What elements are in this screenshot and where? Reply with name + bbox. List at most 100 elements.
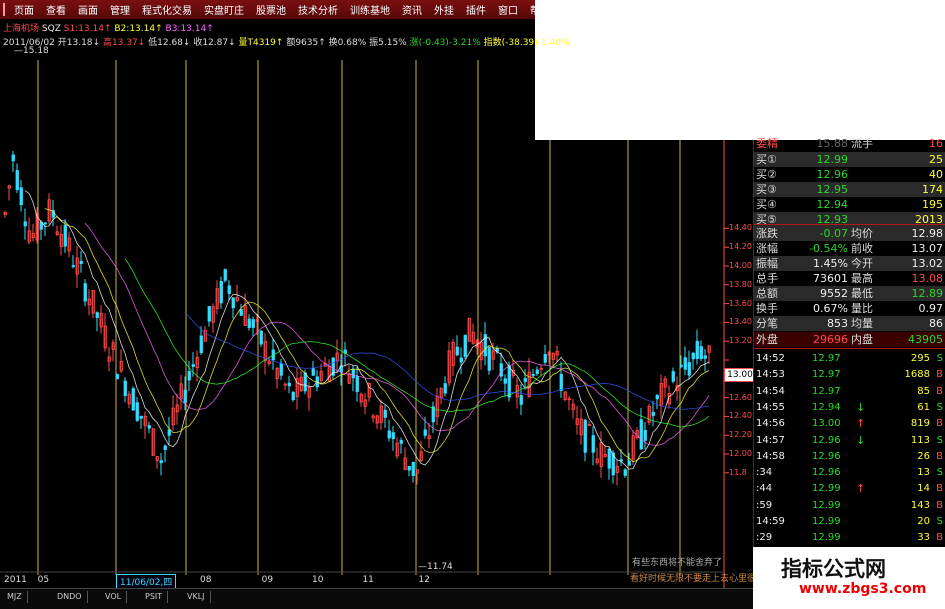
candle-body xyxy=(279,363,283,376)
tick-row[interactable]: 14:55 12.94 ↓ 61 S xyxy=(754,400,945,416)
menu-item-manage[interactable]: 管理 xyxy=(104,2,136,17)
candle-body xyxy=(607,448,611,469)
watermark: 指标公式网 www.zbgs3.com xyxy=(753,547,945,609)
candle-body xyxy=(591,435,595,453)
menu-item-plugins[interactable]: 插件 xyxy=(460,2,492,17)
date-tick-label: 12 xyxy=(418,575,430,585)
candle-body xyxy=(207,306,211,322)
tick-row[interactable]: 14:58 12.96 26 B xyxy=(754,449,945,465)
candle-body xyxy=(23,221,27,227)
tick-time: 14:56 xyxy=(756,418,785,430)
date-tick-label: 2011 xyxy=(4,575,27,585)
menu-item-page[interactable]: 页面 xyxy=(8,2,40,17)
tick-volume: 13 xyxy=(917,467,930,479)
menu-bar: 页面 查看 画面 管理 程式化交易 实盘盯庄 股票池 技术分析 训练基地 资讯 … xyxy=(0,0,550,19)
tick-row[interactable]: 14:59 12.99 20 S xyxy=(754,514,945,530)
price-tick-label: 12.40 xyxy=(729,411,752,421)
candle-body xyxy=(79,260,83,264)
tick-row[interactable]: :34 12.96 13 S xyxy=(754,465,945,481)
tab-dndo[interactable]: DNDO xyxy=(52,591,88,603)
tick-row[interactable]: 14:54 12.97 85 B xyxy=(754,384,945,400)
bid-row[interactable]: 买④ 12.94 195 xyxy=(754,197,945,212)
tick-row[interactable]: 14:57 12.96 ↓ 113 S xyxy=(754,433,945,449)
candle-body xyxy=(15,170,19,190)
tick-side: B xyxy=(936,483,943,495)
menu-item-training[interactable]: 训练基地 xyxy=(344,2,396,17)
tick-price: 12.99 xyxy=(812,499,841,511)
price-tick-label: 13.20 xyxy=(729,336,752,346)
tick-row[interactable]: 14:53 12.97 1688 B xyxy=(754,367,945,383)
chart-note-1: 有些东西将不能舍弃了 xyxy=(632,558,723,568)
bar-low: 低12.68↓ xyxy=(148,38,191,48)
candle-body xyxy=(655,394,659,400)
tick-arrow-icon: ↓ xyxy=(856,433,866,447)
price-tick-label: 12.60 xyxy=(729,392,752,402)
bid-row[interactable]: 买③ 12.95 174 xyxy=(754,182,945,197)
stat-row: 涨幅 -0.54% 前收 13.07 xyxy=(754,241,945,256)
candle-body xyxy=(543,354,547,363)
tab-psit[interactable]: PSIT xyxy=(140,591,169,603)
menu-item-news[interactable]: 资讯 xyxy=(396,2,428,17)
tick-side: B xyxy=(936,450,943,462)
quote-panel: 委精 15.88 流手 16 买① 12.99 25 买② 12.96 40 买③ 12.95… xyxy=(753,137,945,609)
bar-turnover: 换0.68% xyxy=(328,38,367,48)
candle-body xyxy=(691,352,695,360)
tick-row[interactable]: :59 12.99 143 B xyxy=(754,498,945,514)
tick-volume: 14 xyxy=(917,483,930,495)
price-tick-label: 14.00 xyxy=(729,261,752,270)
menu-item-screen[interactable]: 画面 xyxy=(72,2,104,17)
tab-vol[interactable]: VOL xyxy=(100,591,128,603)
candle-body xyxy=(407,465,411,471)
tick-price: 12.97 xyxy=(812,353,841,364)
candle-body xyxy=(387,430,391,439)
candle-body xyxy=(219,281,223,304)
menu-item-tech-analysis[interactable]: 技术分析 xyxy=(292,2,344,17)
candle-body xyxy=(251,319,255,328)
bid-row[interactable]: 买① 12.99 25 xyxy=(754,152,945,167)
tick-volume: 61 xyxy=(917,401,930,413)
tick-row[interactable]: 14:52 12.97 295 S xyxy=(754,351,945,367)
candle-body xyxy=(83,283,87,302)
tick-row[interactable]: :44 12.99 ↑ 14 B xyxy=(754,481,945,497)
tick-price: 12.97 xyxy=(812,369,841,381)
tick-time: :59 xyxy=(756,499,773,511)
bar-info-line: 2011/06/02 开13.18↓ 高13.37↓ 低12.68↓ 收12.8… xyxy=(3,35,570,48)
candle-body xyxy=(19,187,23,206)
tick-row[interactable]: :29 12.99 33 B xyxy=(754,530,945,546)
menu-item-stock-pool[interactable]: 股票池 xyxy=(250,2,292,17)
stock-name: 上海机场 xyxy=(3,24,40,34)
menu-item-plugin-ext[interactable]: 外挂 xyxy=(428,2,460,17)
stat-label: 最高 xyxy=(851,272,873,285)
stat-row: 分笔 853 均量 86 xyxy=(754,316,945,331)
current-price-tag: 13.00 xyxy=(724,368,756,382)
menu-item-view[interactable]: 查看 xyxy=(40,2,72,17)
candle-body xyxy=(627,460,631,466)
watermark-title: 指标公式网 xyxy=(781,557,886,581)
tick-volume: 20 xyxy=(917,516,930,527)
date-tick-label: 09 xyxy=(261,575,274,585)
tab-mjz[interactable]: MJZ xyxy=(2,591,28,603)
stat-value: 0.97 xyxy=(918,302,944,315)
stat-row: 涨跌 -0.07 均价 12.98 xyxy=(754,226,945,241)
bid-volume: 195 xyxy=(922,198,943,211)
stat-value: -0.54% xyxy=(809,242,848,255)
menu-item-program-trading[interactable]: 程式化交易 xyxy=(136,2,198,17)
stat-label: 量比 xyxy=(851,302,873,315)
candle-body xyxy=(95,312,99,318)
candle-body xyxy=(287,382,291,387)
tab-vklj[interactable]: VKLJ xyxy=(182,591,211,603)
tick-side: B xyxy=(936,369,943,381)
stat-value: 13.07 xyxy=(911,242,944,255)
tick-row[interactable]: 14:56 13.00 ↑ 819 B xyxy=(754,416,945,432)
date-tick-label: 05 xyxy=(37,575,50,585)
menu-item-dealer-watch[interactable]: 实盘盯庄 xyxy=(198,2,250,17)
tick-time: 14:57 xyxy=(756,434,785,446)
stat-value: 13.08 xyxy=(911,272,944,285)
tick-time: 14:59 xyxy=(756,516,785,527)
bid-row[interactable]: 买② 12.96 40 xyxy=(754,167,945,182)
menu-item-window[interactable]: 窗口 xyxy=(492,2,524,17)
tick-time: 14:55 xyxy=(756,401,785,413)
candle-body xyxy=(519,395,523,405)
stat-row: 总手 73601 最高 13.08 xyxy=(754,271,945,286)
candle-body xyxy=(487,347,491,371)
